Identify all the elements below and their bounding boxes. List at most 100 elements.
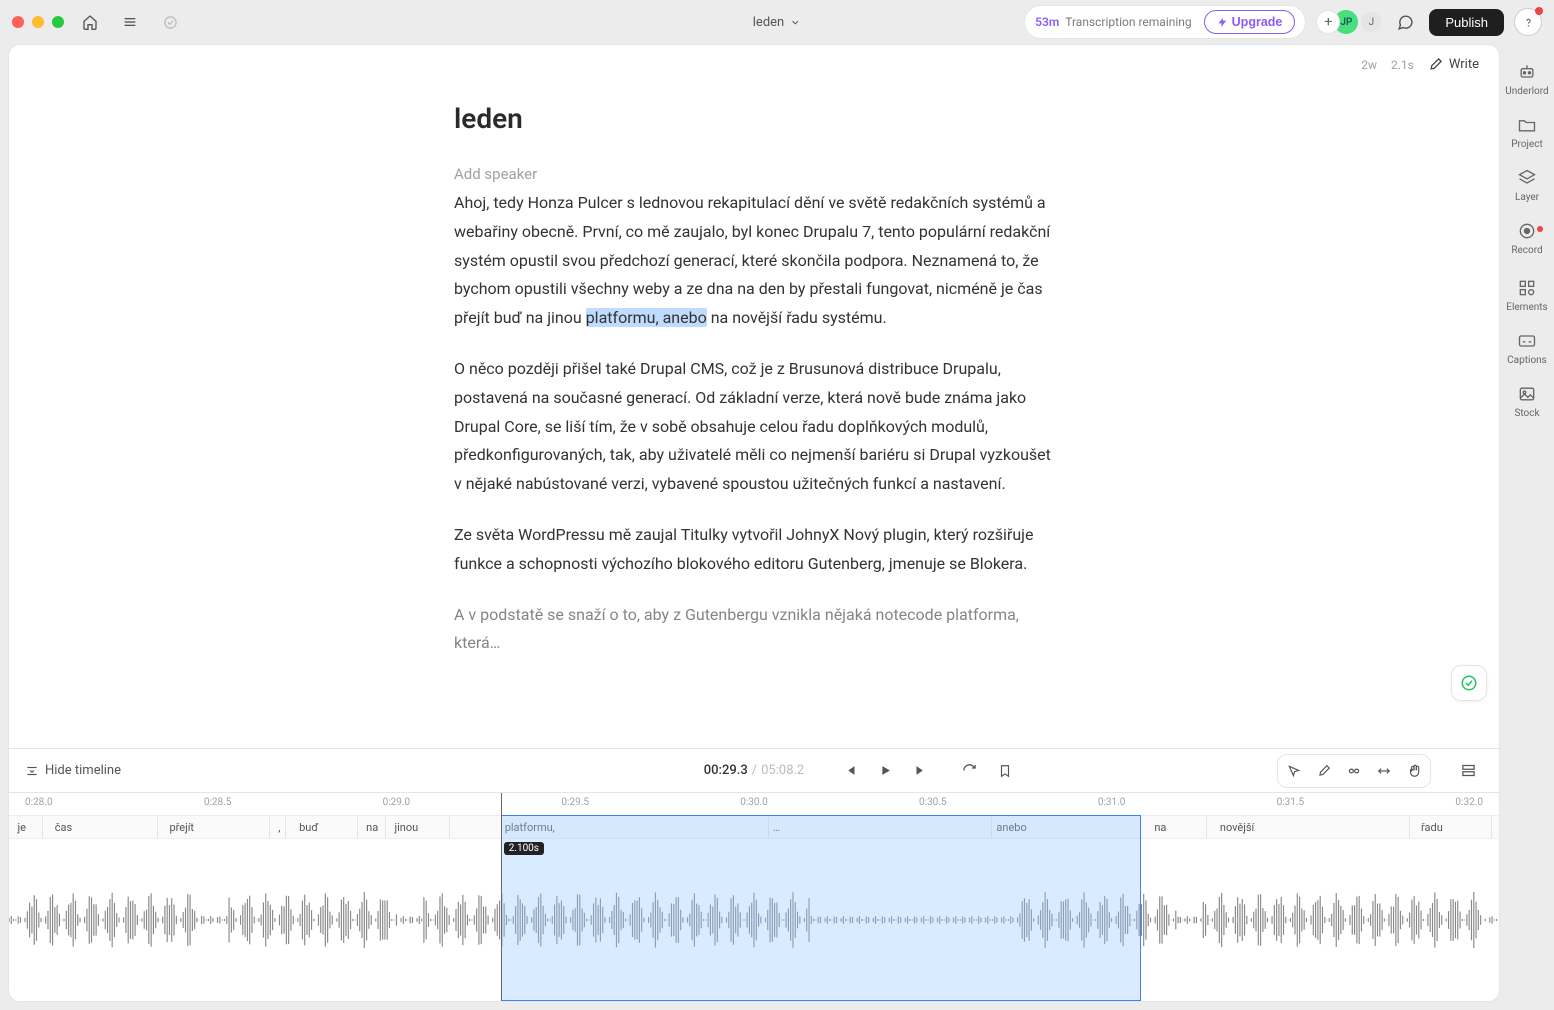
waveform-area[interactable]: 2.100s — [9, 839, 1499, 1001]
transcription-minutes: 53m — [1035, 15, 1059, 29]
timeline-word[interactable]: novější — [1216, 816, 1410, 838]
home-icon[interactable] — [76, 8, 104, 36]
window-traffic-lights — [12, 16, 64, 28]
hand-tool[interactable] — [1400, 757, 1428, 785]
pen-icon — [1428, 57, 1443, 72]
ruler-tick: 0:32.0 — [1455, 797, 1483, 808]
doc-body: leden Add speaker Ahoj, tedy Honza Pulce… — [434, 72, 1074, 700]
range-tool[interactable] — [1370, 757, 1398, 785]
transcript-paragraph[interactable]: Ze světa WordPressu mě zaujal Titulky vy… — [454, 521, 1054, 579]
check-circle-icon — [1460, 674, 1478, 692]
ruler-tick: 0:30.0 — [740, 797, 768, 808]
current-time: 00:29.3 — [704, 763, 748, 778]
ruler-tick: 0:28.0 — [25, 797, 53, 808]
doc-age: 2w — [1361, 58, 1377, 72]
captions-icon — [1517, 331, 1537, 351]
controls-bar: Hide timeline 00:29.3 / 05:08.2 — [9, 748, 1499, 792]
playhead[interactable] — [501, 793, 502, 1001]
topbar-right: 53m Transcription remaining Upgrade + JP… — [1024, 5, 1542, 39]
timeline-word[interactable]: je — [13, 816, 43, 838]
rail-captions[interactable]: Captions — [1500, 331, 1554, 366]
rail-stock[interactable]: Stock — [1500, 384, 1554, 419]
timeline-tools — [1277, 754, 1431, 788]
selection-duration-badge: 2.100s — [504, 842, 544, 855]
minimize-window-icon[interactable] — [32, 16, 44, 28]
link-tool[interactable] — [1340, 757, 1368, 785]
skip-back-button[interactable] — [834, 756, 864, 786]
doc-selection-duration: 2.1s — [1391, 58, 1414, 72]
rail-layer[interactable]: Layer — [1500, 168, 1554, 203]
record-icon — [1517, 221, 1537, 241]
transcript-paragraph[interactable]: O něco později přišel také Drupal CMS, c… — [454, 355, 1054, 499]
timeline-word[interactable]: řadu — [1417, 816, 1492, 838]
skip-forward-button[interactable] — [906, 756, 936, 786]
rail-record[interactable]: Record — [1500, 221, 1554, 260]
project-title: leden — [753, 15, 784, 30]
hide-timeline-button[interactable]: Hide timeline — [25, 763, 121, 778]
chat-icon[interactable] — [1391, 8, 1419, 36]
ruler-tick: 0:31.5 — [1277, 797, 1305, 808]
close-window-icon[interactable] — [12, 16, 24, 28]
transcription-remaining-label: Transcription remaining — [1065, 15, 1191, 29]
transport-controls — [834, 756, 936, 786]
total-time: 05:08.2 — [761, 763, 804, 778]
ruler-tick: 0:31.0 — [1098, 797, 1126, 808]
page-title[interactable]: leden — [454, 102, 1054, 135]
timeline-word[interactable]: čas — [51, 816, 158, 838]
timeline-word[interactable]: buď — [295, 816, 358, 838]
timeline-word[interactable]: jinou — [390, 816, 450, 838]
select-tool[interactable] — [1280, 757, 1308, 785]
play-button[interactable] — [870, 756, 900, 786]
ruler-tick: 0:29.5 — [561, 797, 589, 808]
layout-toggle[interactable] — [1453, 756, 1483, 786]
doc-scroll[interactable]: leden Add speaker Ahoj, tedy Honza Pulce… — [9, 72, 1499, 748]
doc-header: 2w 2.1s Write — [9, 45, 1499, 72]
timeline-word[interactable]: na — [362, 816, 386, 838]
menu-icon[interactable] — [116, 8, 144, 36]
time-sep: / — [752, 763, 757, 778]
transcript-text: na novější řadu systému. — [707, 308, 887, 327]
topbar: leden 53m Transcription remaining Upgrad… — [0, 0, 1554, 44]
chevron-down-icon — [790, 17, 801, 28]
upgrade-button[interactable]: Upgrade — [1204, 10, 1296, 34]
loop-button[interactable] — [954, 756, 984, 786]
collaborators: + JP J — [1316, 10, 1381, 34]
sync-status-icon[interactable] — [156, 8, 184, 36]
timeline-word[interactable]: přejít — [165, 816, 269, 838]
timeline-selection[interactable]: 2.100s — [501, 815, 1142, 1001]
image-icon — [1517, 384, 1537, 404]
elements-icon — [1517, 278, 1537, 298]
ruler-tick: 0:29.0 — [383, 797, 411, 808]
add-speaker-button[interactable]: Add speaker — [454, 165, 1054, 183]
rail-underlord[interactable]: Underlord — [1500, 62, 1554, 97]
timeline-ruler[interactable]: 0:28.0 0:28.5 0:29.0 0:29.5 0:30.0 0:30.5 0:31… — [9, 793, 1499, 815]
ruler-tick: 0:30.5 — [919, 797, 947, 808]
timeline-word[interactable]: , — [274, 816, 286, 838]
write-button[interactable]: Write — [1428, 57, 1479, 72]
publish-button[interactable]: Publish — [1429, 9, 1504, 36]
avatar[interactable]: J — [1361, 12, 1381, 32]
question-icon — [1522, 16, 1535, 29]
layers-icon — [1517, 168, 1537, 188]
fullscreen-window-icon[interactable] — [52, 16, 64, 28]
project-title-dropdown[interactable]: leden — [753, 15, 801, 30]
ruler-tick: 0:28.5 — [204, 797, 232, 808]
blade-tool[interactable] — [1310, 757, 1338, 785]
robot-icon — [1517, 62, 1537, 82]
rail-elements[interactable]: Elements — [1500, 278, 1554, 313]
bookmark-button[interactable] — [990, 756, 1020, 786]
transcript-paragraph[interactable]: Ahoj, tedy Honza Pulcer s lednovou rekap… — [454, 189, 1054, 333]
transcript-paragraph[interactable]: A v podstatě se snaží o to, aby z Gutenb… — [454, 601, 1054, 659]
help-button[interactable] — [1514, 8, 1542, 36]
rail-project[interactable]: Project — [1500, 115, 1554, 150]
timeline[interactable]: 0:28.0 0:28.5 0:29.0 0:29.5 0:30.0 0:30.5 0:31… — [9, 792, 1499, 1001]
transcript-highlight: platformu, anebo — [586, 308, 707, 327]
collapse-icon — [25, 764, 39, 778]
right-rail: Underlord Project Layer Record Elements … — [1500, 44, 1554, 1002]
workspace: 2w 2.1s Write leden Add speaker Ahoj, te… — [8, 44, 1500, 1002]
timeline-word[interactable]: na — [1150, 816, 1207, 838]
extra-transport — [954, 756, 1020, 786]
status-ok-button[interactable] — [1451, 665, 1487, 701]
notification-dot-icon — [1537, 226, 1543, 232]
folder-icon — [1517, 115, 1537, 135]
